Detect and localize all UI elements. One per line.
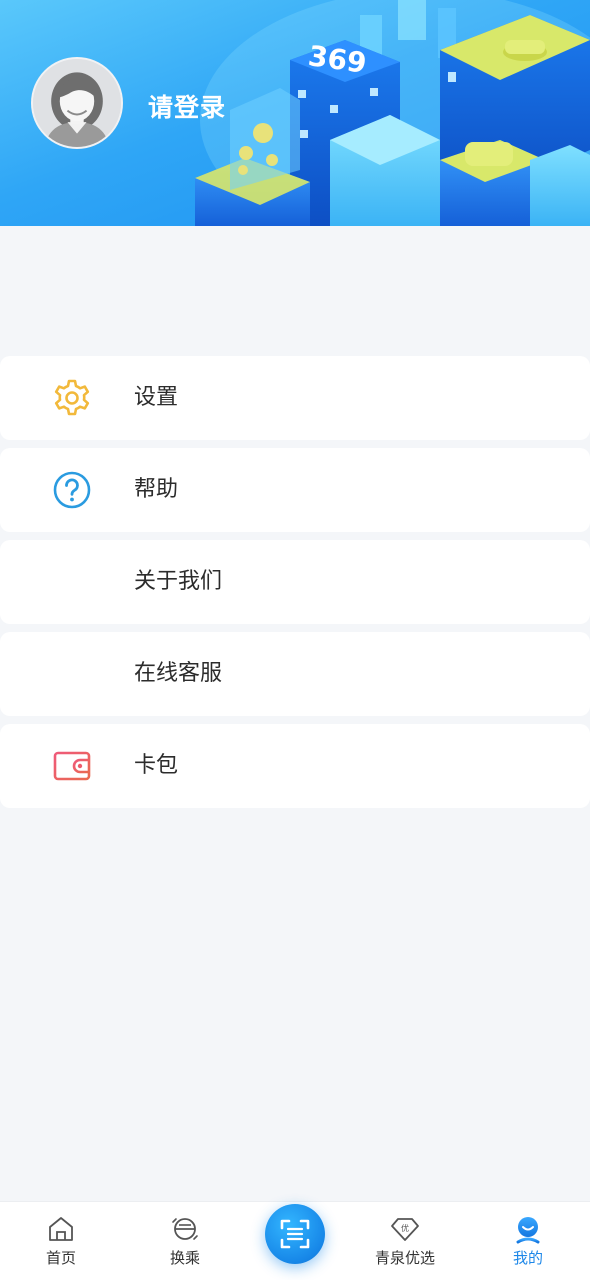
nav-item-mine[interactable]: 我的: [478, 1202, 578, 1280]
menu-item-help[interactable]: 帮助: [0, 448, 590, 532]
nav-label: 青泉优选: [374, 1249, 435, 1267]
profile-header: 369 请登录: [0, 0, 590, 226]
nav-label: 我的: [512, 1249, 543, 1267]
login-prompt[interactable]: 请登录: [148, 88, 226, 124]
menu-item-card-wallet[interactable]: 卡包: [0, 724, 590, 808]
svg-text:优: 优: [401, 1223, 409, 1233]
diamond-icon: 优: [390, 1214, 420, 1244]
nav-label: 首页: [45, 1249, 76, 1267]
nav-item-qingquan-select[interactable]: 优 青泉优选: [355, 1202, 455, 1280]
nav-item-transfer[interactable]: 换乘: [135, 1202, 235, 1280]
help-circle-icon: [52, 470, 92, 510]
menu-item-label: 关于我们: [134, 569, 223, 594]
wallet-icon: [52, 746, 92, 786]
scan-button[interactable]: [265, 1204, 325, 1264]
scan-icon: [280, 1219, 310, 1249]
nav-item-home[interactable]: 首页: [11, 1202, 111, 1280]
menu-item-online-service[interactable]: 在线客服: [0, 632, 590, 716]
menu-item-about-us[interactable]: 关于我们: [0, 540, 590, 624]
profile-icon: [513, 1214, 543, 1244]
menu-item-label: 设置: [134, 385, 179, 410]
transfer-icon: [170, 1214, 200, 1244]
menu-item-label: 帮助: [134, 477, 179, 502]
settings-menu: 设置 帮助 关于我们 在线客服 卡包: [0, 356, 590, 816]
nav-label: 换乘: [169, 1249, 200, 1267]
menu-item-label: 在线客服: [134, 661, 223, 686]
default-avatar-icon: [33, 59, 121, 147]
gear-icon: [52, 378, 92, 418]
avatar[interactable]: [31, 57, 123, 149]
menu-item-label: 卡包: [134, 753, 179, 778]
home-icon: [46, 1214, 76, 1244]
menu-item-settings[interactable]: 设置: [0, 356, 590, 440]
